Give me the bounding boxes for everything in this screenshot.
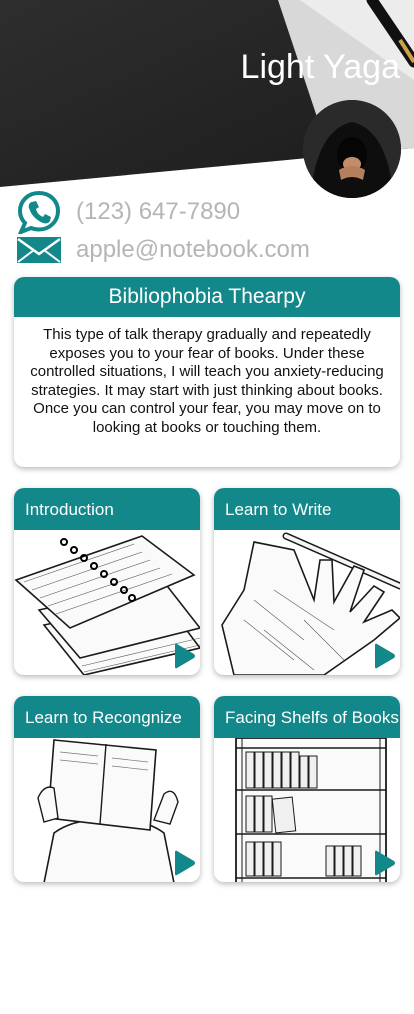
about-title: Bibliophobia Thearpy — [14, 277, 400, 317]
play-icon[interactable] — [172, 850, 196, 876]
play-icon[interactable] — [172, 643, 196, 669]
tile-title: Learn to Write — [214, 488, 400, 530]
profile-name: Light Yaga — [240, 48, 400, 86]
about-card: Bibliophobia Thearpy This type of talk t… — [14, 277, 400, 467]
phone-row[interactable]: (123) 647-7890 — [16, 190, 240, 234]
phone-icon — [17, 190, 61, 234]
play-icon[interactable] — [372, 643, 396, 669]
email-row[interactable]: apple@notebook.com — [16, 234, 310, 266]
tile-facing-shelfs-of-books[interactable]: Facing Shelfs of Books — [214, 696, 400, 882]
tile-title: Learn to Recongnize — [14, 696, 200, 738]
profile-header: Light Yaga — [0, 0, 414, 200]
tile-title: Introduction — [14, 488, 200, 530]
email-address[interactable]: apple@notebook.com — [76, 236, 310, 264]
tile-learn-to-recognize[interactable]: Learn to Recongnize — [14, 696, 200, 882]
avatar[interactable] — [303, 100, 401, 198]
play-icon[interactable] — [372, 850, 396, 876]
tile-title: Facing Shelfs of Books — [214, 696, 400, 738]
hooded-person-icon — [303, 100, 401, 198]
tile-learn-to-write[interactable]: Learn to Write — [214, 488, 400, 675]
envelope-icon — [17, 237, 61, 263]
phone-number[interactable]: (123) 647-7890 — [76, 198, 240, 226]
tile-introduction[interactable]: Introduction — [14, 488, 200, 675]
about-body: This type of talk therapy gradually and … — [30, 326, 384, 436]
